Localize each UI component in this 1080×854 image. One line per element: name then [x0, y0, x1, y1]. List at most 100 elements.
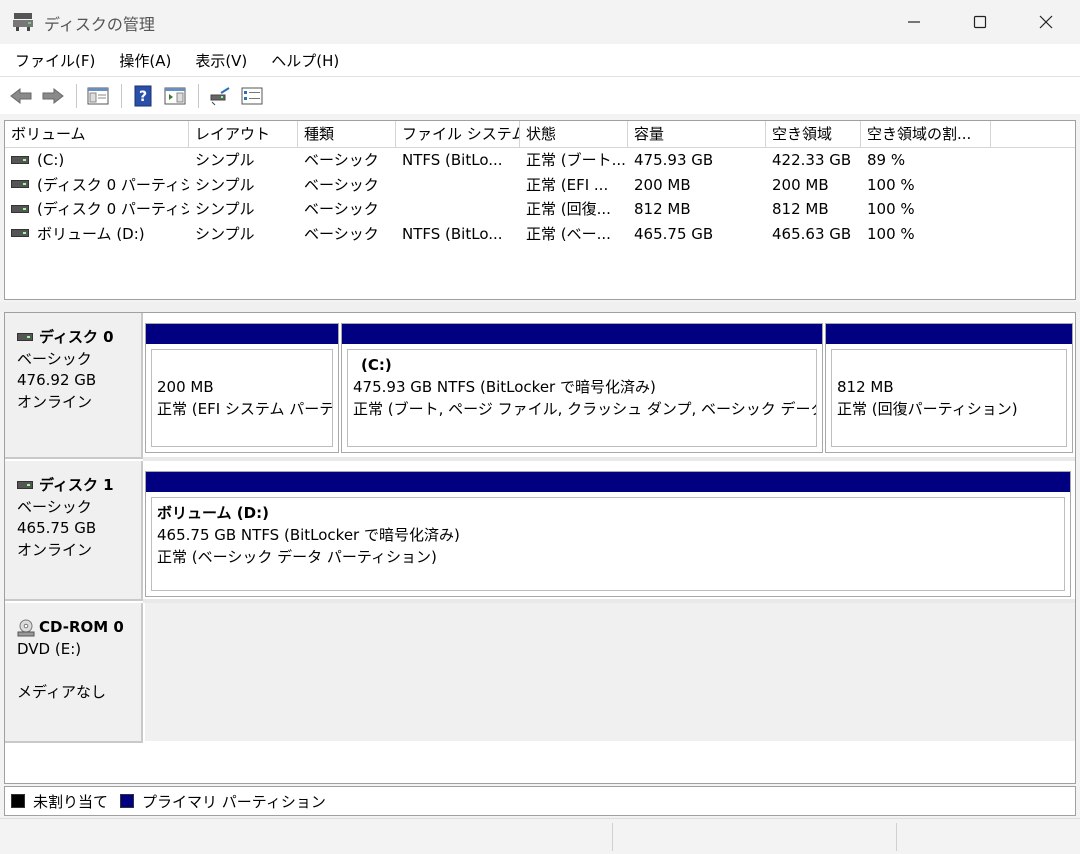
primary-partition-bar	[342, 324, 822, 344]
action-pane-button[interactable]	[160, 82, 190, 110]
console-tree-button[interactable]	[83, 82, 113, 110]
menu-help[interactable]: ヘルプ(H)	[262, 50, 348, 71]
column-header-volume[interactable]: ボリューム	[5, 121, 189, 147]
properties-button[interactable]	[237, 82, 267, 110]
disk-type: ベーシック	[17, 497, 92, 516]
disk-name: ディスク 1	[39, 476, 114, 494]
legend-swatch-unallocated	[11, 794, 25, 808]
layout-cell: シンプル	[195, 175, 255, 194]
disk-name: ディスク 0	[39, 328, 114, 346]
help-icon: ?	[134, 85, 152, 106]
disk-1-label[interactable]: ディスク 1 ベーシック 465.75 GB オンライン	[5, 461, 143, 601]
drive-icon	[17, 480, 33, 489]
menu-bar: ファイル(F) 操作(A) 表示(V) ヘルプ(H)	[0, 44, 1080, 76]
rescan-button[interactable]	[205, 82, 235, 110]
disk-0-title: ディスク 0	[17, 327, 141, 349]
rescan-icon	[210, 86, 230, 105]
table-row[interactable]: ボリューム (D:) シンプル ベーシック NTFS (BitLo... 正常 …	[5, 222, 1075, 247]
free-space-cell: 422.33 GB	[772, 151, 852, 169]
status-cell: 正常 (回復...	[526, 200, 611, 218]
maximize-button[interactable]	[946, 0, 1014, 44]
filesystem-cell	[396, 197, 520, 222]
capacity-cell: 812 MB	[634, 200, 691, 218]
partition-status: 正常 (EFI システム パーティ	[157, 400, 333, 418]
table-row[interactable]: (ディスク 0 パーティシ... シンプル ベーシック 正常 (回復... 81…	[5, 197, 1075, 222]
partition-efi[interactable]: 200 MB 正常 (EFI システム パーティ	[145, 323, 339, 453]
toolbar-separator	[198, 83, 199, 108]
filesystem-cell: NTFS (BitLo...	[402, 151, 503, 169]
title-bar: ディスクの管理	[0, 0, 1080, 44]
capacity-cell: 475.93 GB	[634, 151, 714, 169]
volume-list: ボリューム レイアウト 種類 ファイル システム 状態 容量 空き領域 空き領域…	[4, 120, 1076, 300]
disk-0-row: ディスク 0 ベーシック 476.92 GB オンライン 200 MB 正常 (…	[5, 313, 1075, 459]
column-header-status[interactable]: 状態	[520, 121, 628, 147]
disk-size: 465.75 GB	[17, 519, 97, 537]
percent-free-cell: 100 %	[867, 224, 915, 243]
back-button[interactable]	[6, 82, 36, 110]
legend-swatch-primary	[120, 794, 135, 808]
disk-1-row: ディスク 1 ベーシック 465.75 GB オンライン ボリューム (D:) …	[5, 461, 1075, 601]
partition-d[interactable]: ボリューム (D:) 465.75 GB NTFS (BitLocker で暗号…	[145, 471, 1071, 597]
minimize-icon	[908, 21, 920, 23]
partition-c[interactable]: (C:) 475.93 GB NTFS (BitLocker で暗号化済み) 正…	[341, 323, 823, 453]
type-cell: ベーシック	[304, 224, 379, 243]
disk-size	[17, 660, 141, 682]
disk-type: DVD (E:)	[17, 639, 82, 658]
column-header-free-space[interactable]: 空き領域	[766, 121, 861, 147]
disk-name: CD-ROM 0	[39, 618, 124, 636]
capacity-cell: 465.75 GB	[634, 224, 714, 243]
type-cell: ベーシック	[304, 151, 379, 169]
disk-size: 476.92 GB	[17, 371, 97, 389]
partition-size: 475.93 GB NTFS (BitLocker で暗号化済み)	[353, 378, 656, 396]
column-header-filesystem[interactable]: ファイル システム	[396, 121, 520, 147]
layout-cell: シンプル	[195, 224, 255, 243]
filesystem-cell: NTFS (BitLo...	[402, 224, 503, 243]
status-cell: 正常 (ブート...	[526, 151, 626, 169]
pane-splitter[interactable]	[0, 302, 1080, 312]
column-header-layout[interactable]: レイアウト	[189, 121, 298, 147]
menu-file[interactable]: ファイル(F)	[6, 50, 104, 71]
cdrom-0-label[interactable]: CD-ROM 0 DVD (E:) メディアなし	[5, 603, 143, 743]
close-button[interactable]	[1012, 0, 1080, 44]
disk-type: ベーシック	[17, 349, 92, 368]
primary-partition-bar	[146, 472, 1070, 492]
table-row[interactable]: (C:) シンプル ベーシック NTFS (BitLo... 正常 (ブート..…	[5, 148, 1075, 173]
type-cell: ベーシック	[304, 200, 379, 218]
partition-recovery[interactable]: 812 MB 正常 (回復パーティション)	[825, 323, 1073, 453]
forward-icon	[42, 87, 64, 104]
volume-cell: (ディスク 0 パーティシ...	[5, 173, 189, 198]
layout-cell: シンプル	[195, 151, 255, 169]
disk-0-label[interactable]: ディスク 0 ベーシック 476.92 GB オンライン	[5, 313, 143, 459]
drive-icon	[11, 155, 29, 164]
legend-label-unallocated: 未割り当て	[33, 792, 109, 811]
menu-view[interactable]: 表示(V)	[186, 50, 256, 71]
window-title: ディスクの管理	[44, 15, 155, 34]
partition-details: (C:) 475.93 GB NTFS (BitLocker で暗号化済み) 正…	[347, 349, 817, 447]
toolbar: ?	[0, 76, 1080, 114]
type-cell: ベーシック	[304, 175, 379, 194]
help-button[interactable]: ?	[128, 82, 158, 110]
free-space-cell: 812 MB	[772, 200, 829, 218]
cdrom-0-title: CD-ROM 0	[17, 617, 141, 639]
console-tree-icon	[87, 87, 109, 104]
table-row[interactable]: (ディスク 0 パーティシ... シンプル ベーシック 正常 (EFI ... …	[5, 173, 1075, 198]
volume-cell: (ディスク 0 パーティシ...	[5, 197, 189, 222]
disk-status: オンライン	[17, 392, 93, 411]
forward-button[interactable]	[38, 82, 68, 110]
drive-icon	[11, 229, 29, 237]
volume-cell: (C:)	[5, 148, 189, 173]
column-header-capacity[interactable]: 容量	[628, 121, 766, 147]
layout-cell: シンプル	[195, 200, 255, 218]
column-header-percent-free[interactable]: 空き領域の割...	[861, 121, 991, 147]
column-header-type[interactable]: 種類	[298, 121, 396, 147]
capacity-cell: 200 MB	[634, 175, 691, 194]
partition-details: 200 MB 正常 (EFI システム パーティ	[151, 349, 333, 447]
menu-action[interactable]: 操作(A)	[110, 50, 180, 71]
cd-drive-icon	[17, 619, 35, 637]
partition-size: 812 MB	[837, 378, 894, 396]
minimize-button[interactable]	[880, 0, 948, 44]
status-bar-separator	[612, 823, 613, 851]
partition-name: (C:)	[361, 356, 392, 374]
svg-text:?: ?	[139, 89, 147, 105]
partition-details: ボリューム (D:) 465.75 GB NTFS (BitLocker で暗号…	[151, 497, 1065, 591]
